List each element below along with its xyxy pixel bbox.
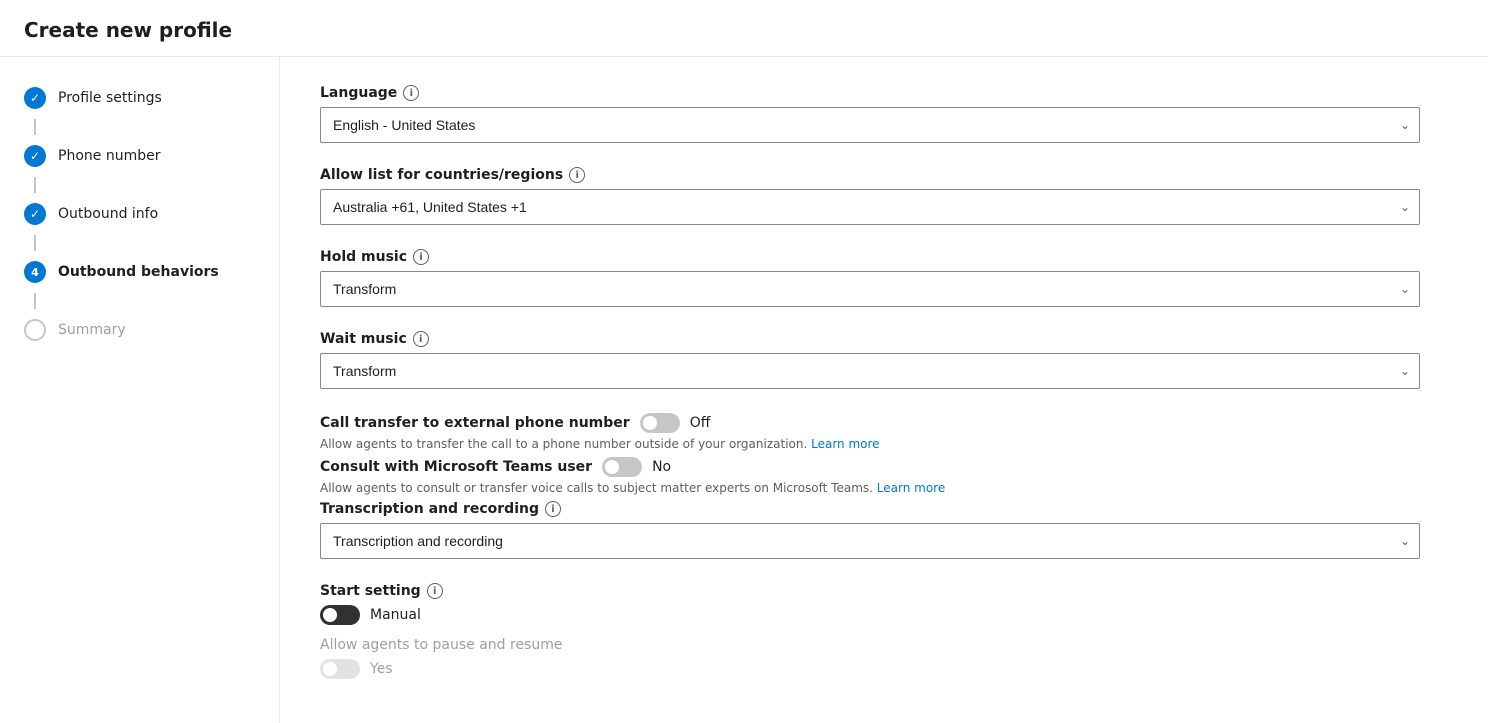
allow-list-select-wrapper: Australia +61, United States +1 ⌄ (320, 189, 1420, 225)
allow-agents-slider (320, 659, 360, 679)
consult-teams-label: Consult with Microsoft Teams user (320, 459, 592, 475)
sidebar: Profile settings Phone number Outbound i… (0, 57, 280, 723)
transcription-select-wrapper: Transcription and recordingNone ⌄ (320, 523, 1420, 559)
language-select-wrapper: English - United StatesEnglish - UKSpani… (320, 107, 1420, 143)
consult-teams-header: Consult with Microsoft Teams user No (320, 457, 1420, 477)
start-setting-status: Manual (370, 607, 421, 623)
page-title: Create new profile (0, 0, 1488, 57)
consult-teams-slider (602, 457, 642, 477)
consult-teams-status: No (652, 459, 671, 475)
call-transfer-slider (640, 413, 680, 433)
call-transfer-header: Call transfer to external phone number O… (320, 413, 1420, 433)
step-connector-1 (34, 119, 36, 135)
allow-list-group: Allow list for countries/regions i Austr… (320, 167, 1420, 225)
language-label: Language i (320, 85, 1420, 101)
call-transfer-learn-more-link[interactable]: Learn more (811, 437, 879, 451)
transcription-label: Transcription and recording i (320, 501, 1420, 517)
start-setting-info-icon[interactable]: i (427, 583, 443, 599)
sidebar-item-outbound-behaviors[interactable]: 4 Outbound behaviors (0, 251, 279, 293)
start-setting-label: Start setting i (320, 583, 1420, 599)
language-group: Language i English - United StatesEnglis… (320, 85, 1420, 143)
allow-agents-label: Allow agents to pause and resume (320, 637, 1420, 653)
transcription-group: Transcription and recording i Transcript… (320, 501, 1420, 559)
start-setting-toggle-row: Manual (320, 605, 1420, 625)
sidebar-item-outbound-info[interactable]: Outbound info (0, 193, 279, 235)
start-setting-group: Start setting i Manual Allow agents to p… (320, 583, 1420, 679)
allow-list-info-icon[interactable]: i (569, 167, 585, 183)
wait-music-group: Wait music i TransformDefaultNone ⌄ (320, 331, 1420, 389)
step-connector-2 (34, 177, 36, 193)
language-select[interactable]: English - United StatesEnglish - UKSpani… (320, 107, 1420, 143)
language-info-icon[interactable]: i (403, 85, 419, 101)
call-transfer-group: Call transfer to external phone number O… (320, 413, 1420, 451)
step-connector-3 (34, 235, 36, 251)
call-transfer-label: Call transfer to external phone number (320, 415, 630, 431)
transcription-info-icon[interactable]: i (545, 501, 561, 517)
wait-music-info-icon[interactable]: i (413, 331, 429, 347)
consult-teams-learn-more-link[interactable]: Learn more (877, 481, 945, 495)
wait-music-select[interactable]: TransformDefaultNone (320, 353, 1420, 389)
sidebar-label-outbound-info: Outbound info (58, 206, 158, 222)
sidebar-item-profile-settings[interactable]: Profile settings (0, 77, 279, 119)
sidebar-label-summary: Summary (58, 322, 126, 338)
hold-music-label: Hold music i (320, 249, 1420, 265)
step-indicator-outbound-info (24, 203, 46, 225)
allow-list-label: Allow list for countries/regions i (320, 167, 1420, 183)
sub-toggle-row: Yes (320, 659, 1420, 679)
hold-music-group: Hold music i TransformDefaultNone ⌄ (320, 249, 1420, 307)
start-setting-slider (320, 605, 360, 625)
step-indicator-profile-settings (24, 87, 46, 109)
call-transfer-status: Off (690, 415, 711, 431)
consult-teams-description: Allow agents to consult or transfer voic… (320, 481, 1420, 495)
form-section: Language i English - United StatesEnglis… (320, 85, 1420, 679)
allow-agents-toggle[interactable] (320, 659, 360, 679)
allow-agents-status: Yes (370, 661, 393, 677)
main-content: Language i English - United StatesEnglis… (280, 57, 1488, 723)
step-indicator-summary (24, 319, 46, 341)
step-indicator-outbound-behaviors: 4 (24, 261, 46, 283)
allow-list-select[interactable]: Australia +61, United States +1 (320, 189, 1420, 225)
hold-music-select[interactable]: TransformDefaultNone (320, 271, 1420, 307)
call-transfer-toggle[interactable] (640, 413, 680, 433)
call-transfer-description: Allow agents to transfer the call to a p… (320, 437, 1420, 451)
sidebar-item-phone-number[interactable]: Phone number (0, 135, 279, 177)
sidebar-item-summary[interactable]: Summary (0, 309, 279, 351)
consult-teams-group: Consult with Microsoft Teams user No All… (320, 457, 1420, 495)
consult-teams-toggle[interactable] (602, 457, 642, 477)
sidebar-label-profile-settings: Profile settings (58, 90, 162, 106)
hold-music-info-icon[interactable]: i (413, 249, 429, 265)
hold-music-select-wrapper: TransformDefaultNone ⌄ (320, 271, 1420, 307)
wait-music-select-wrapper: TransformDefaultNone ⌄ (320, 353, 1420, 389)
sidebar-label-phone-number: Phone number (58, 148, 160, 164)
transcription-select[interactable]: Transcription and recordingNone (320, 523, 1420, 559)
start-setting-toggle[interactable] (320, 605, 360, 625)
wait-music-label: Wait music i (320, 331, 1420, 347)
sidebar-label-outbound-behaviors: Outbound behaviors (58, 264, 219, 280)
step-indicator-phone-number (24, 145, 46, 167)
step-connector-4 (34, 293, 36, 309)
